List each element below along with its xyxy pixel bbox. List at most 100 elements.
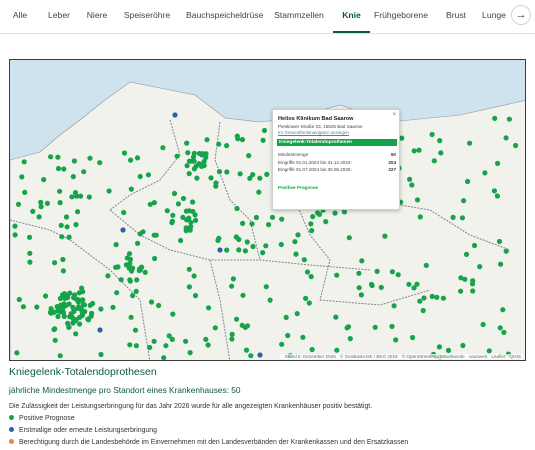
hospital-marker[interactable]	[467, 140, 473, 146]
hospital-marker[interactable]	[127, 342, 133, 348]
hospital-marker[interactable]	[310, 214, 316, 220]
arrow-right-icon[interactable]: →	[511, 5, 531, 25]
hospital-marker[interactable]	[486, 348, 492, 354]
hospital-marker[interactable]	[171, 190, 178, 197]
hospital-marker[interactable]	[86, 194, 92, 200]
hospital-marker[interactable]	[151, 200, 157, 206]
hospital-marker[interactable]	[436, 344, 442, 350]
hospital-marker[interactable]	[368, 281, 375, 287]
hospital-marker[interactable]	[156, 302, 162, 309]
hospital-marker[interactable]	[347, 336, 353, 342]
hospital-marker[interactable]	[69, 194, 75, 200]
hospital-marker[interactable]	[190, 199, 196, 205]
hospital-marker[interactable]	[183, 208, 189, 214]
hospital-marker[interactable]	[121, 209, 127, 216]
hospital-marker[interactable]	[81, 169, 87, 175]
hospital-marker[interactable]	[463, 251, 470, 257]
hospital-marker[interactable]	[79, 285, 85, 291]
hospital-marker[interactable]	[334, 272, 340, 278]
hospital-marker[interactable]	[27, 234, 33, 240]
hospital-marker[interactable]	[66, 234, 72, 240]
hospital-marker[interactable]	[97, 160, 103, 166]
hospital-marker[interactable]	[19, 174, 25, 180]
hospital-marker[interactable]	[121, 150, 128, 156]
hospital-marker[interactable]	[224, 247, 230, 253]
hospital-marker[interactable]	[191, 158, 197, 164]
hospital-marker[interactable]	[506, 116, 512, 122]
hospital-marker[interactable]	[55, 313, 61, 320]
hospital-marker[interactable]	[482, 170, 488, 176]
hospital-marker[interactable]	[139, 264, 145, 270]
hospital-map[interactable]: Stand 6. Dezember 2025 © GeoBasis-DE / B…	[9, 59, 526, 361]
hospital-marker[interactable]	[174, 153, 180, 159]
hospital-marker[interactable]	[145, 172, 151, 178]
hospital-marker[interactable]	[250, 243, 256, 250]
hospital-marker[interactable]	[216, 235, 222, 241]
hospital-marker[interactable]	[247, 175, 253, 181]
hospital-marker[interactable]	[79, 308, 85, 314]
hospital-marker[interactable]	[358, 292, 364, 298]
hospital-marker[interactable]	[188, 224, 194, 230]
hospital-marker[interactable]	[135, 240, 141, 246]
hospital-marker[interactable]	[21, 159, 27, 165]
hospital-marker[interactable]	[137, 173, 143, 180]
hospital-marker[interactable]	[480, 321, 486, 328]
hospital-marker[interactable]	[34, 304, 40, 310]
hospital-marker[interactable]	[257, 352, 263, 358]
tab-fruehgeborene[interactable]: Frühgeborene	[374, 0, 428, 33]
hospital-marker[interactable]	[73, 222, 79, 228]
attribution-qgis[interactable]: QGIS	[510, 354, 522, 359]
hospital-marker[interactable]	[98, 351, 104, 358]
hospital-marker[interactable]	[152, 255, 158, 262]
hospital-marker[interactable]	[293, 251, 299, 257]
hospital-marker[interactable]	[129, 268, 135, 274]
hospital-marker[interactable]	[263, 243, 269, 249]
hospital-marker[interactable]	[393, 337, 399, 343]
hospital-marker[interactable]	[382, 233, 388, 239]
hospital-marker[interactable]	[204, 137, 210, 143]
hospital-marker[interactable]	[471, 242, 478, 249]
hospital-marker[interactable]	[27, 259, 33, 265]
hospital-marker[interactable]	[87, 302, 93, 308]
hospital-marker[interactable]	[497, 325, 503, 331]
hospital-marker[interactable]	[332, 210, 338, 216]
hospital-marker[interactable]	[461, 198, 467, 204]
hospital-marker[interactable]	[249, 221, 255, 227]
hospital-marker[interactable]	[216, 141, 222, 147]
hospital-marker[interactable]	[264, 171, 270, 177]
hospital-marker[interactable]	[423, 262, 429, 268]
hospital-marker[interactable]	[97, 327, 103, 333]
hospital-marker[interactable]	[98, 306, 104, 312]
hospital-marker[interactable]	[279, 341, 285, 347]
attribution-osm[interactable]: © OpenStreetMap Mitwirkende	[402, 354, 465, 359]
hospital-marker[interactable]	[128, 157, 134, 163]
hospital-marker[interactable]	[164, 208, 170, 214]
hospital-marker[interactable]	[20, 304, 26, 310]
hospital-marker[interactable]	[417, 214, 423, 220]
hospital-marker[interactable]	[105, 273, 111, 279]
hospital-marker[interactable]	[170, 212, 176, 218]
hospital-marker[interactable]	[409, 182, 415, 188]
hospital-marker[interactable]	[500, 307, 506, 313]
hospital-marker[interactable]	[283, 314, 289, 320]
hospital-marker[interactable]	[229, 336, 235, 342]
hospital-marker[interactable]	[163, 343, 169, 349]
hospital-marker[interactable]	[38, 199, 44, 205]
hospital-marker[interactable]	[191, 273, 197, 279]
hospital-marker[interactable]	[341, 209, 347, 215]
hospital-marker[interactable]	[41, 177, 47, 183]
hospital-marker[interactable]	[389, 323, 395, 330]
hospital-marker[interactable]	[414, 197, 421, 203]
hospital-marker[interactable]	[51, 326, 57, 333]
hospital-marker[interactable]	[87, 155, 93, 161]
hospital-marker[interactable]	[216, 169, 223, 175]
hospital-marker[interactable]	[114, 290, 120, 296]
hospital-marker[interactable]	[183, 338, 189, 344]
tab-bauchspeicheldruese[interactable]: Bauchspeicheldrüse	[186, 0, 263, 33]
hospital-marker[interactable]	[118, 277, 124, 283]
hospital-marker[interactable]	[52, 260, 58, 266]
hospital-marker[interactable]	[459, 215, 465, 221]
map-canvas[interactable]	[10, 60, 526, 361]
tab-brust[interactable]: Brust	[440, 0, 472, 33]
hospital-marker[interactable]	[429, 131, 435, 138]
